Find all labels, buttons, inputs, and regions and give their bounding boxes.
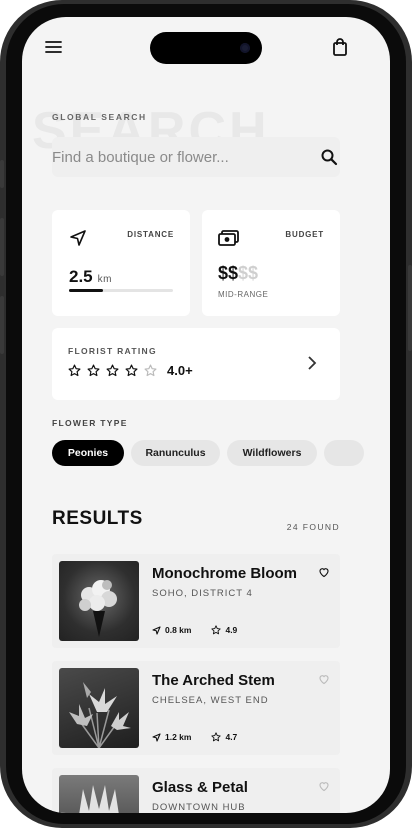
results-title: RESULTS [52,508,143,529]
search-bar[interactable] [52,137,340,177]
florist-photo [59,668,139,748]
chip-wildflowers[interactable]: Wildflowers [227,440,317,466]
heart-icon[interactable] [318,673,330,685]
florist-photo [59,775,139,813]
star-icon[interactable] [68,364,81,377]
app-screen: SEARCH GLOBAL SEARCH DISTANCE 2.5km BUDG… [22,17,390,813]
rating-stars [68,364,157,377]
florist-meta: 1.2 km 4.7 [152,732,237,742]
budget-active-symbols: $$ [218,263,239,283]
distance-value: 2.5 [69,267,93,286]
florist-meta: 0.8 km 4.9 [152,625,237,635]
florist-location: SOHO, DISTRICT 4 [152,588,253,599]
budget-caption: MID-RANGE [218,290,269,299]
navigation-arrow-icon [152,625,161,635]
result-card[interactable]: Monochrome Bloom SOHO, DISTRICT 4 0.8 km… [52,554,340,648]
star-icon [211,732,222,742]
menu-icon[interactable] [44,37,64,57]
budget-inactive-symbols: $$ [238,263,259,283]
star-icon[interactable] [87,364,100,377]
search-input[interactable] [52,148,302,166]
navigation-arrow-icon [69,229,87,247]
search-caption: GLOBAL SEARCH [52,112,147,122]
distance-slider[interactable] [69,289,173,292]
star-icon[interactable] [144,364,157,377]
florist-location: DOWNTOWN HUB [152,802,246,813]
rating-value: 4.0+ [167,363,193,378]
distance-filter-card[interactable]: DISTANCE 2.5 km [52,210,190,316]
chevron-right-icon[interactable] [306,355,318,371]
florist-name[interactable]: Glass & Petal [152,779,248,796]
dynamic-island [150,32,262,64]
budget-filter-card[interactable]: BUDGET $$$$ MID-RANGE [202,210,340,316]
florist-photo [59,561,139,641]
results-count: 24 FOUND [286,522,340,532]
flower-type-label: FLOWER TYPE [52,418,128,428]
chip-ranunculus[interactable]: Ranunculus [131,440,220,466]
star-icon [211,625,222,635]
search-icon[interactable] [320,148,338,166]
side-button-volume-down [0,296,4,354]
florist-name[interactable]: The Arched Stem [152,672,275,689]
distance-unit: km [97,274,112,285]
heart-icon[interactable] [318,780,330,792]
flower-type-chips: Peonies Ranunculus Wildflowers [52,440,364,466]
star-icon[interactable] [125,364,138,377]
camera-icon [240,43,250,53]
heart-icon[interactable] [318,566,330,578]
florist-distance: 0.8 km [165,625,192,635]
distance-slider-fill [69,289,104,292]
florist-rating-card[interactable]: FLORIST RATING 4.0+ [52,328,340,400]
florist-rating: 4.9 [225,625,238,635]
distance-label: DISTANCE [127,230,174,239]
side-button-volume-up [0,218,4,276]
chip-more[interactable] [324,440,364,466]
chip-peonies[interactable]: Peonies [52,440,124,466]
florist-name[interactable]: Monochrome Bloom [152,565,297,582]
florist-distance: 1.2 km [165,732,192,742]
star-icon[interactable] [106,364,119,377]
florist-rating: 4.7 [225,732,238,742]
result-card[interactable]: Glass & Petal DOWNTOWN HUB [52,768,340,813]
side-button-silent [0,160,4,188]
bag-icon[interactable] [330,37,350,57]
side-button-power [408,265,412,351]
cash-icon [218,228,240,246]
florist-location: CHELSEA, WEST END [152,695,269,706]
result-card[interactable]: The Arched Stem CHELSEA, WEST END 1.2 km… [52,661,340,755]
navigation-arrow-icon [152,732,161,742]
rating-label: FLORIST RATING [68,346,157,356]
budget-label: BUDGET [285,230,324,239]
